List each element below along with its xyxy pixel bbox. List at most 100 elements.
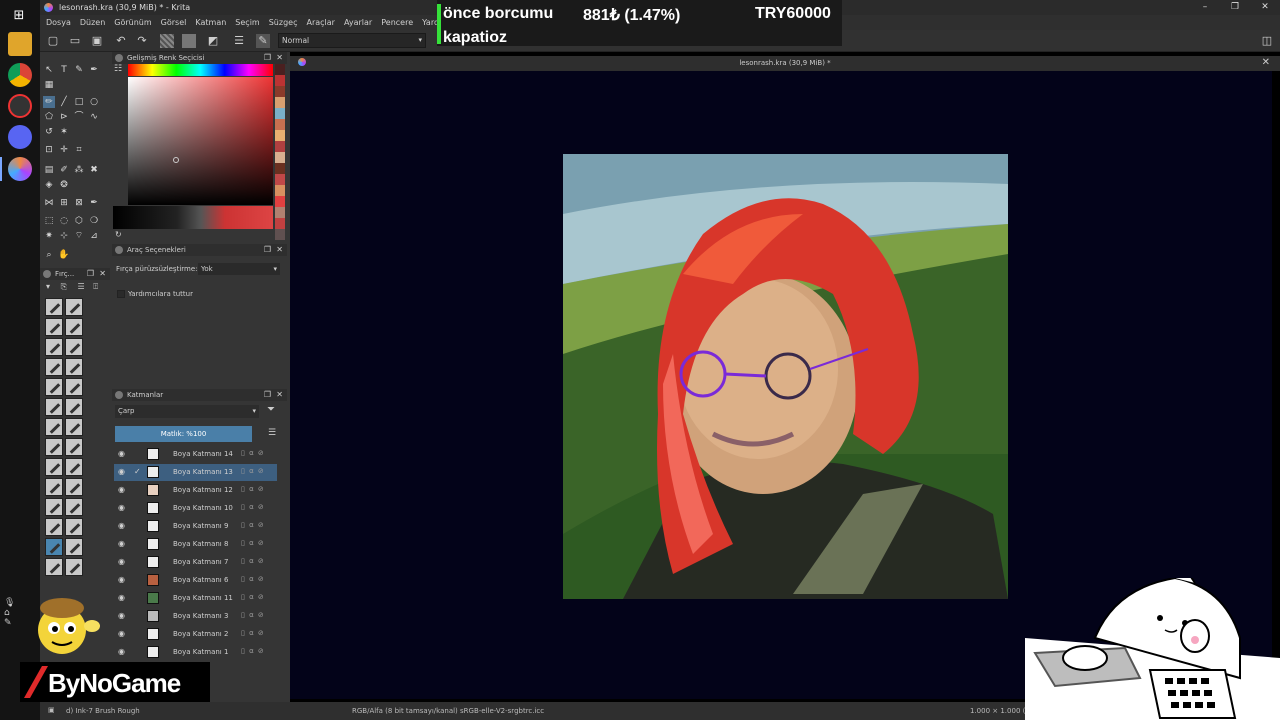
brush-smoothing-select[interactable]: Yok ▾ <box>198 263 280 275</box>
assistant-icon[interactable]: ⋈ <box>43 197 55 209</box>
color-picker-icon[interactable]: ✐ <box>58 164 70 176</box>
bezier-select-icon[interactable]: ⌔ <box>73 230 85 242</box>
visibility-eye-icon[interactable]: ◉ <box>118 467 125 476</box>
layer-row[interactable]: ◉ ✓ Boya Katmanı 13 ▯ α ⊘ <box>114 464 277 481</box>
edit-shapes-icon[interactable]: ✎ <box>73 64 85 76</box>
freehand-path-icon[interactable]: ∿ <box>88 111 100 123</box>
dynamic-brush-icon[interactable]: ↺ <box>43 126 55 138</box>
text-tool-icon[interactable]: T <box>58 64 70 76</box>
hue-slider[interactable] <box>128 64 273 76</box>
layer-flags-icon[interactable]: ▯ α ⊘ <box>241 611 265 619</box>
visibility-eye-icon[interactable]: ◉ <box>118 629 125 638</box>
chrome-icon[interactable] <box>8 63 32 87</box>
layer-row[interactable]: ◉ Boya Katmanı 12 ▯ α ⊘ <box>114 482 277 499</box>
brush-preset-selected[interactable] <box>45 538 63 556</box>
close-document-icon[interactable]: ✕ <box>1262 57 1270 68</box>
polyline-tool-icon[interactable]: ⊳ <box>58 111 70 123</box>
brush-preset[interactable] <box>45 418 63 436</box>
layer-flags-icon[interactable]: ▯ α ⊘ <box>241 449 265 457</box>
redo-icon[interactable]: ↷ <box>135 34 149 48</box>
layer-row[interactable]: ◉ Boya Katmanı 9 ▯ α ⊘ <box>114 518 277 535</box>
layer-flags-icon[interactable]: ▯ α ⊘ <box>241 593 265 601</box>
brush-preset[interactable] <box>45 478 63 496</box>
rectangle-tool-icon[interactable]: □ <box>73 96 85 108</box>
menu-gorsel[interactable]: Görsel <box>161 18 187 27</box>
layer-menu-icon[interactable]: ☰ <box>268 428 276 438</box>
saturation-value-picker[interactable] <box>128 77 273 205</box>
select-shapes-icon[interactable]: ↖ <box>43 64 55 76</box>
menu-araclar[interactable]: Araçlar <box>306 18 334 27</box>
ellipse-tool-icon[interactable]: ○ <box>88 96 100 108</box>
close-panel-icon[interactable]: ✕ <box>276 389 283 401</box>
layer-row[interactable]: ◉ Boya Katmanı 7 ▯ α ⊘ <box>114 554 277 571</box>
visibility-eye-icon[interactable]: ◉ <box>118 557 125 566</box>
layer-row[interactable]: ◉ Boya Katmanı 6 ▯ α ⊘ <box>114 572 277 589</box>
pattern-swatch-icon[interactable] <box>182 34 196 48</box>
brush-preset[interactable] <box>45 518 63 536</box>
transform-tool-icon[interactable]: ⊡ <box>43 144 55 156</box>
list-view-icon[interactable]: ☰ <box>78 282 85 291</box>
obs-icon[interactable] <box>8 94 32 118</box>
brush-preset[interactable] <box>65 358 83 376</box>
brush-preset[interactable] <box>65 418 83 436</box>
visibility-eye-icon[interactable]: ◉ <box>118 539 125 548</box>
menu-pencere[interactable]: Pencere <box>381 18 413 27</box>
brush-preset[interactable] <box>65 398 83 416</box>
layer-flags-icon[interactable]: ▯ α ⊘ <box>241 539 265 547</box>
brush-preset[interactable] <box>65 378 83 396</box>
menu-gorunum[interactable]: Görünüm <box>114 18 151 27</box>
brush-preset[interactable] <box>45 318 63 336</box>
layer-flags-icon[interactable]: ▯ α ⊘ <box>241 575 265 583</box>
ellipse-select-icon[interactable]: ◌ <box>58 215 70 227</box>
visibility-eye-icon[interactable]: ◉ <box>118 521 125 530</box>
layer-flags-icon[interactable]: ▯ α ⊘ <box>241 629 265 637</box>
menu-duzen[interactable]: Düzen <box>80 18 105 27</box>
fill-tool-icon[interactable]: ◈ <box>43 179 55 191</box>
brush-preset[interactable] <box>65 538 83 556</box>
float-panel-icon[interactable]: ❐ <box>264 244 271 256</box>
layer-flags-icon[interactable]: ▯ α ⊘ <box>241 647 265 655</box>
contiguous-select-icon[interactable]: ✷ <box>43 230 55 242</box>
network-icon[interactable]: ⌂ <box>4 608 22 618</box>
visibility-eye-icon[interactable]: ◉ <box>118 449 125 458</box>
rect-select-icon[interactable]: ⬚ <box>43 215 55 227</box>
import-icon[interactable]: ⍐ <box>93 282 98 291</box>
crop-tool-icon[interactable]: ⌗ <box>73 144 85 156</box>
discord-icon[interactable] <box>8 125 32 149</box>
smart-patch-icon[interactable]: ✖ <box>88 164 100 176</box>
close-panel-icon[interactable]: ✕ <box>276 244 283 256</box>
open-document-icon[interactable]: ▭ <box>68 34 82 48</box>
visibility-eye-icon[interactable]: ◉ <box>118 485 125 494</box>
brush-preset[interactable] <box>65 558 83 576</box>
visibility-eye-icon[interactable]: ◉ <box>118 611 125 620</box>
brush-preset[interactable] <box>65 458 83 476</box>
workspace-icon[interactable]: ◫ <box>1260 34 1274 48</box>
brush-preset[interactable] <box>45 458 63 476</box>
brush-settings-icon[interactable]: ☰ <box>232 34 246 48</box>
polygon-tool-icon[interactable]: ⬠ <box>43 111 55 123</box>
brush-preset[interactable] <box>65 318 83 336</box>
brush-preset[interactable] <box>65 438 83 456</box>
layer-row[interactable]: ◉ Boya Katmanı 3 ▯ α ⊘ <box>114 608 277 625</box>
tag-dropdown-icon[interactable]: ▾ <box>46 282 50 291</box>
close-icon[interactable]: ✕ <box>1250 0 1280 15</box>
menu-katman[interactable]: Katman <box>195 18 226 27</box>
refresh-icon[interactable]: ↻ <box>115 230 122 239</box>
snap-to-assistants-checkbox[interactable] <box>117 290 125 298</box>
maximize-icon[interactable]: ❐ <box>1220 0 1250 15</box>
filter-icon[interactable]: ⏷ <box>267 404 275 415</box>
brush-preset[interactable] <box>65 498 83 516</box>
layer-flags-icon[interactable]: ▯ α ⊘ <box>241 467 265 475</box>
file-explorer-icon[interactable] <box>8 32 32 56</box>
float-panel-icon[interactable]: ❐ <box>87 268 94 280</box>
brush-preset[interactable] <box>65 478 83 496</box>
layer-flags-icon[interactable]: ▯ α ⊘ <box>241 557 265 565</box>
brush-preset[interactable] <box>65 298 83 316</box>
menu-ayarlar[interactable]: Ayarlar <box>344 18 372 27</box>
brush-preset[interactable] <box>45 438 63 456</box>
visibility-eye-icon[interactable]: ◉ <box>118 647 125 656</box>
enclose-fill-icon[interactable]: ❂ <box>58 179 70 191</box>
blend-mode-select[interactable]: Normal ▾ <box>278 33 426 48</box>
brush-preset[interactable] <box>45 498 63 516</box>
move-tool-icon[interactable]: ✛ <box>58 144 70 156</box>
